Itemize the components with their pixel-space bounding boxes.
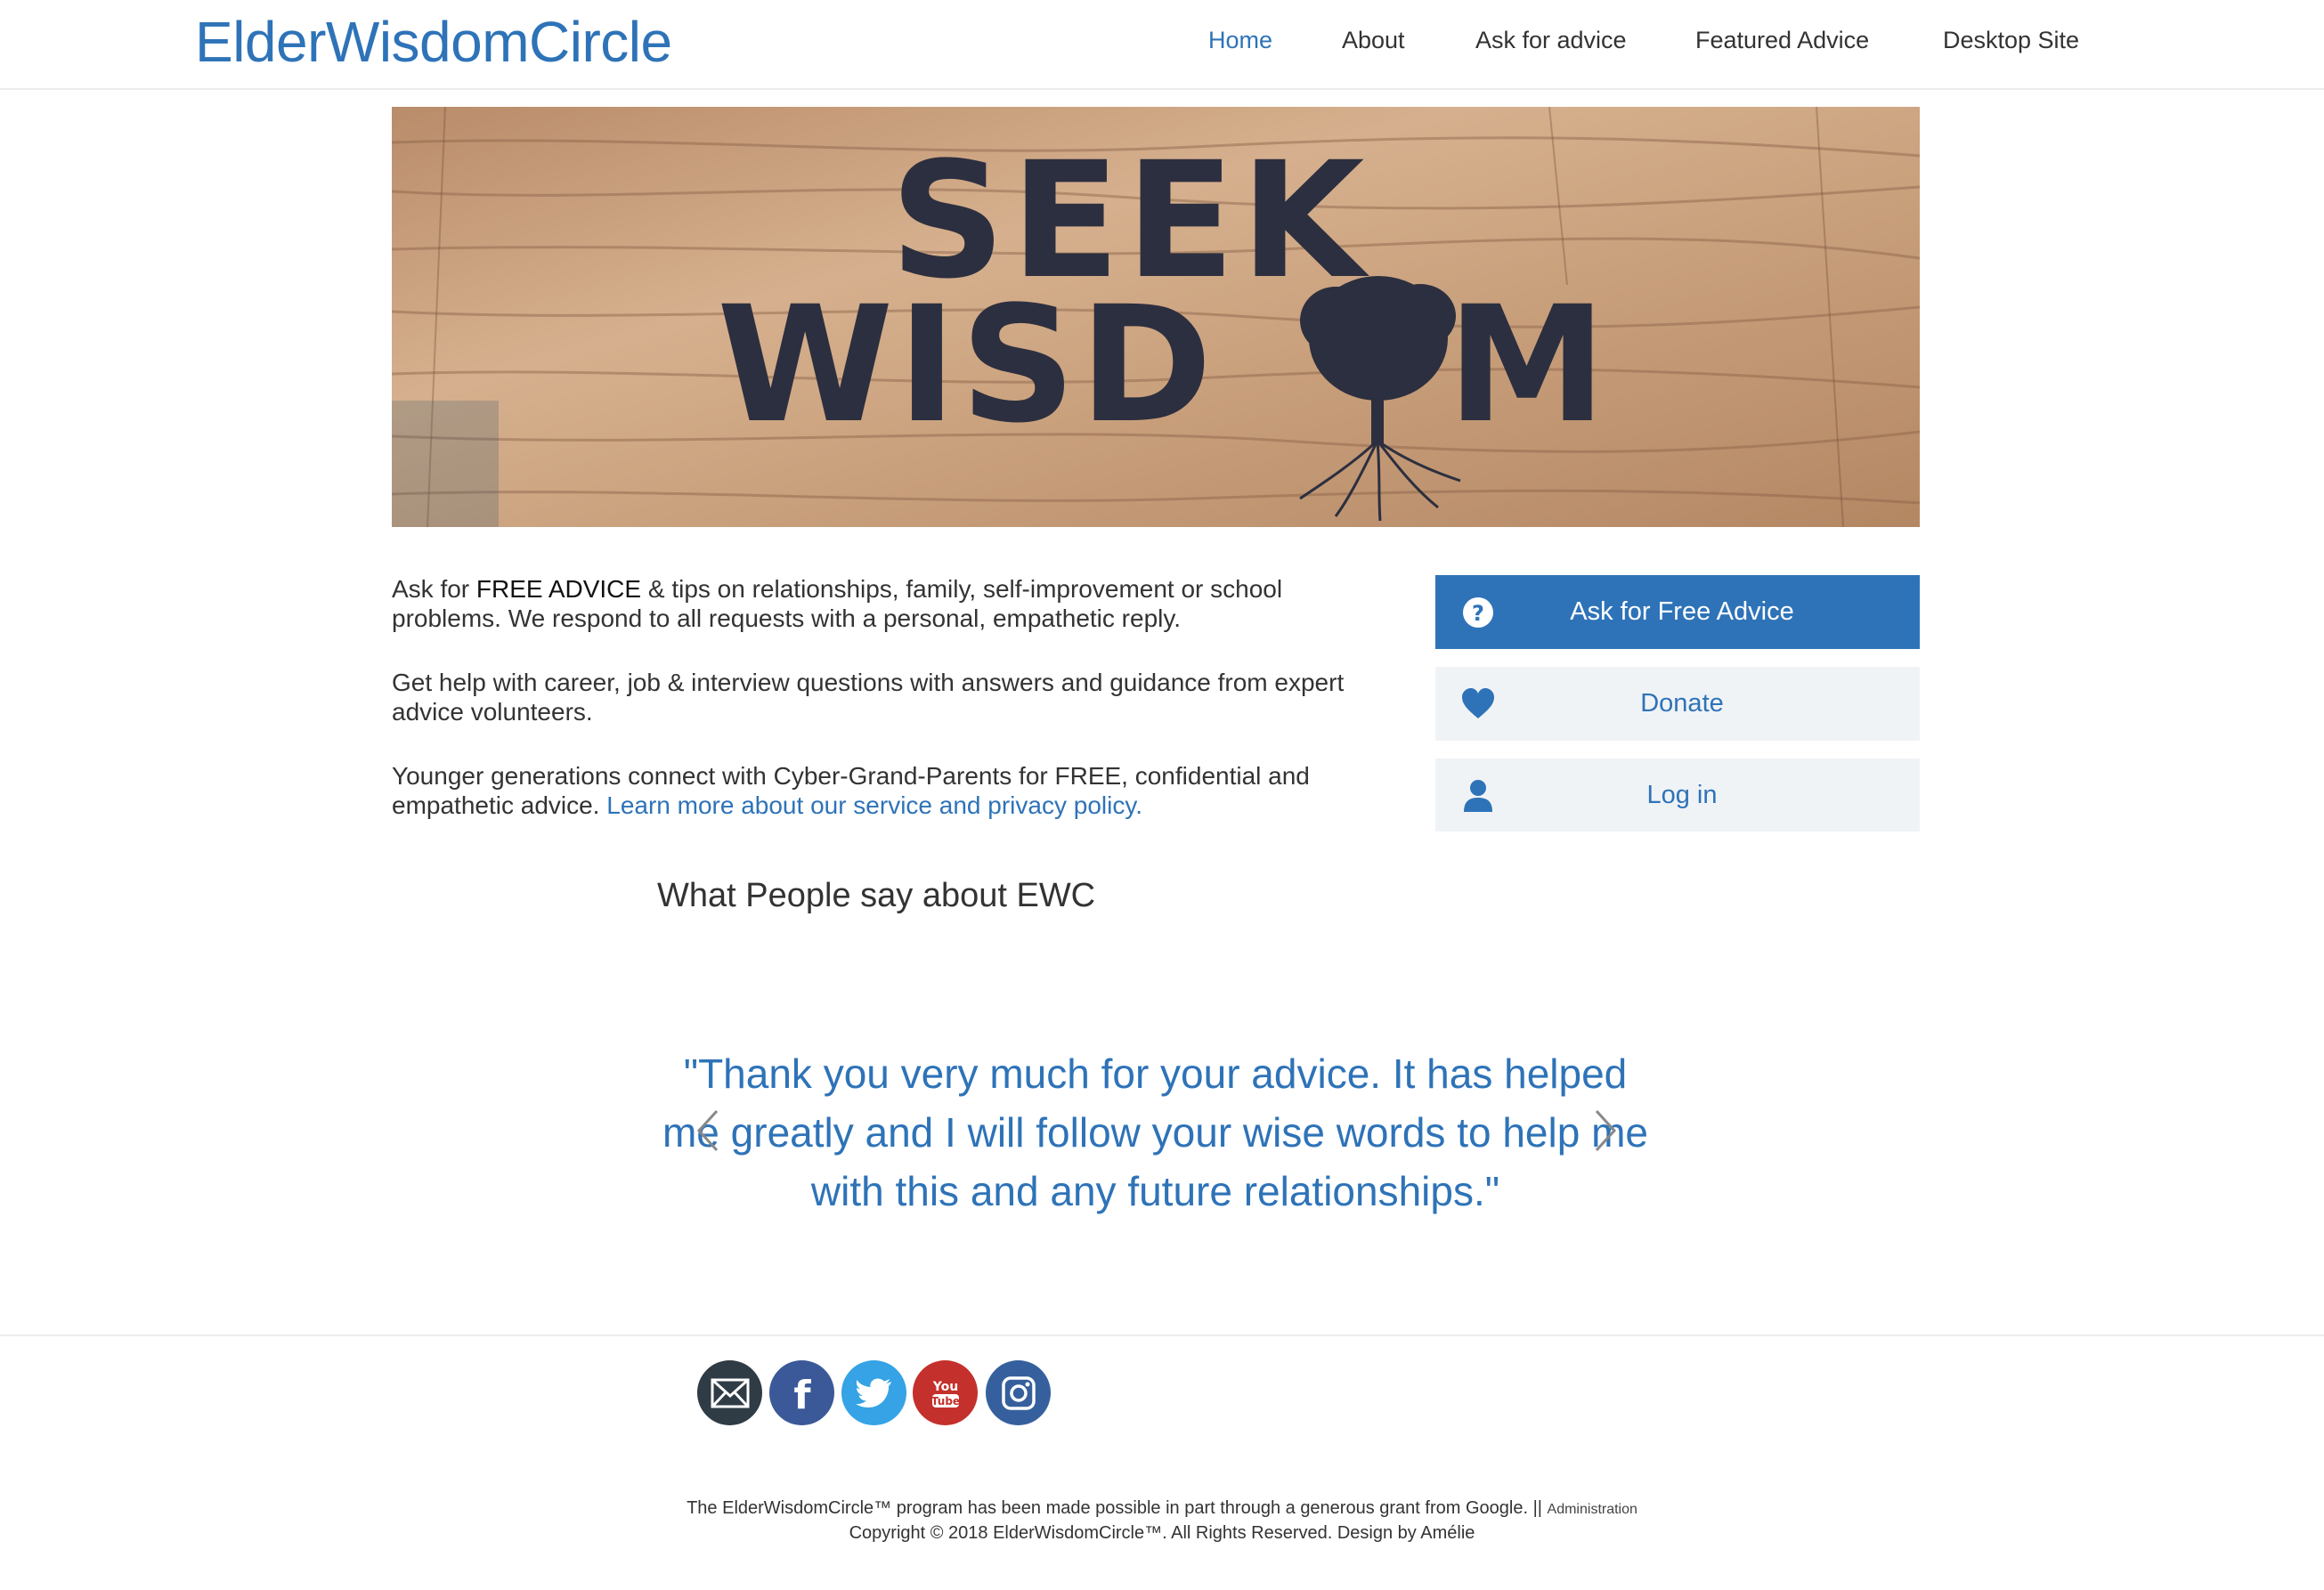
twitter-icon xyxy=(855,1378,891,1407)
footer-divider xyxy=(0,1334,2324,1336)
nav-home[interactable]: Home xyxy=(1208,27,1272,54)
email-share-button[interactable] xyxy=(697,1360,762,1425)
testimonial-quote: "Thank you very much for your advice. It… xyxy=(662,1051,1648,1214)
facebook-button[interactable]: f xyxy=(769,1360,834,1425)
nav-ask-for-advice[interactable]: Ask for advice xyxy=(1475,27,1627,54)
donate-button[interactable]: Donate xyxy=(1435,667,1920,741)
intro-paragraph-3: Younger generations connect with Cyber-G… xyxy=(392,762,1310,819)
site-header: ElderWisdomCircle Home About Ask for adv… xyxy=(0,0,2324,90)
facebook-icon: f xyxy=(793,1373,811,1414)
ask-button-label: Ask for Free Advice xyxy=(1570,597,1794,626)
login-button-label: Log in xyxy=(1646,780,1718,809)
svg-text:f: f xyxy=(793,1373,811,1414)
nav-about[interactable]: About xyxy=(1342,27,1405,54)
youtube-button[interactable]: You Tube xyxy=(913,1360,978,1425)
intro-paragraph-2: Get help with career, job & interview qu… xyxy=(392,669,1345,726)
user-icon xyxy=(1464,780,1492,812)
instagram-icon xyxy=(1001,1375,1036,1410)
svg-text:M: M xyxy=(1447,272,1606,458)
nav-featured-advice[interactable]: Featured Advice xyxy=(1695,27,1869,54)
login-button[interactable]: Log in xyxy=(1435,758,1920,832)
carousel-prev-arrow-icon[interactable] xyxy=(690,1104,726,1157)
testimonials-heading: What People say about EWC xyxy=(657,877,1096,914)
nav-desktop-site[interactable]: Desktop Site xyxy=(1943,27,2079,54)
main-nav: Home About Ask for advice Featured Advic… xyxy=(0,27,2324,62)
twitter-button[interactable] xyxy=(841,1360,906,1425)
hero-banner: SEEK WISD M xyxy=(392,107,1920,527)
svg-text:?: ? xyxy=(1472,601,1484,626)
svg-text:WISD: WISD xyxy=(717,272,1216,458)
donate-button-label: Donate xyxy=(1640,689,1724,718)
footer-line-1: The ElderWisdomCircle™ program has been … xyxy=(687,1498,1637,1518)
free-advice-emphasis: FREE ADVICE xyxy=(475,575,642,603)
intro-text: Ask for FREE ADVICE & tips on relationsh… xyxy=(392,574,1380,855)
heart-icon xyxy=(1462,688,1494,718)
footer-credits: The ElderWisdomCircle™ program has been … xyxy=(0,1497,2324,1545)
seek-wisdom-banner-image: SEEK WISD M xyxy=(392,107,1920,527)
svg-text:You: You xyxy=(931,1380,957,1394)
administration-link[interactable]: Administration xyxy=(1548,1502,1637,1517)
privacy-policy-link[interactable]: Learn more about our service and privacy… xyxy=(606,791,1142,819)
ask-for-free-advice-button[interactable]: ? Ask for Free Advice xyxy=(1435,575,1920,649)
instagram-button[interactable] xyxy=(986,1360,1051,1425)
svg-text:Tube: Tube xyxy=(930,1395,959,1407)
youtube-icon: You Tube xyxy=(930,1380,960,1407)
carousel-next-arrow-icon[interactable] xyxy=(1588,1104,1623,1157)
question-circle-icon: ? xyxy=(1463,597,1493,628)
envelope-icon xyxy=(711,1378,749,1407)
intro-paragraph-1: Ask for FREE ADVICE & tips on relationsh… xyxy=(392,575,1283,632)
copyright-text: Copyright © 2018 ElderWisdomCircle™. All… xyxy=(849,1523,1475,1543)
